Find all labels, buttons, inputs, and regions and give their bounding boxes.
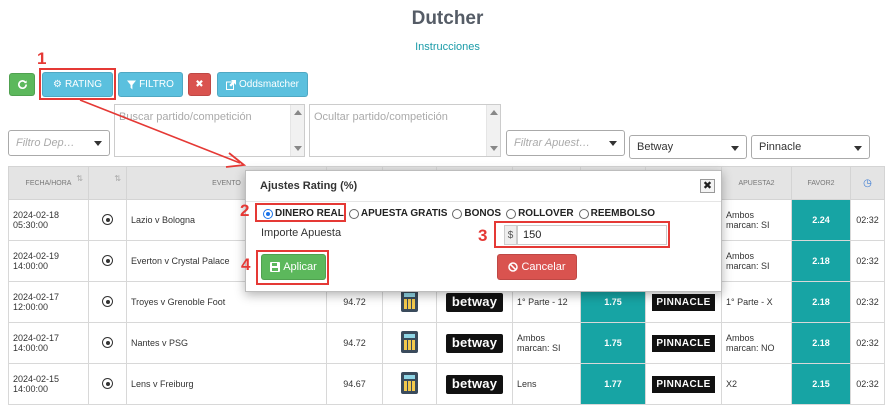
annotation-step-3: 3 [478,226,488,245]
annotation-box-amount [494,221,670,248]
annotation-box-dinero-real [255,203,346,222]
annotation-box-apply [256,250,329,285]
annotation-step-4: 4 [241,255,251,274]
annotation-step-2: 2 [240,201,250,220]
annotation-arrow [79,99,247,168]
